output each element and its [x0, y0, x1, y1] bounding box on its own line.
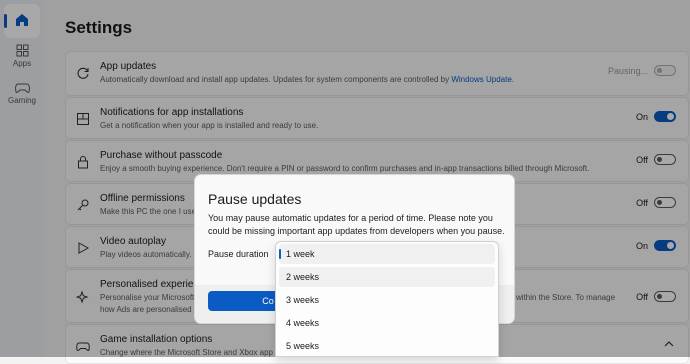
pause-duration-dropdown[interactable]: 1 week 2 weeks 3 weeks 4 weeks 5 weeks: [275, 241, 499, 357]
selection-indicator: [279, 249, 281, 259]
dropdown-option[interactable]: 5 weeks: [279, 336, 495, 356]
pause-duration-label: Pause duration: [208, 249, 269, 259]
dropdown-option[interactable]: 4 weeks: [279, 313, 495, 333]
option-label: 3 weeks: [286, 295, 320, 305]
option-label: 2 weeks: [286, 272, 320, 282]
option-label: 4 weeks: [286, 318, 320, 328]
option-label: 5 weeks: [286, 341, 320, 351]
dropdown-option[interactable]: 2 weeks: [279, 267, 495, 287]
dropdown-option[interactable]: 3 weeks: [279, 290, 495, 310]
dropdown-option[interactable]: 1 week: [279, 244, 495, 264]
dialog-message: You may pause automatic updates for a pe…: [208, 213, 505, 236]
dialog-title: Pause updates: [208, 191, 302, 207]
option-label: 1 week: [286, 249, 315, 259]
